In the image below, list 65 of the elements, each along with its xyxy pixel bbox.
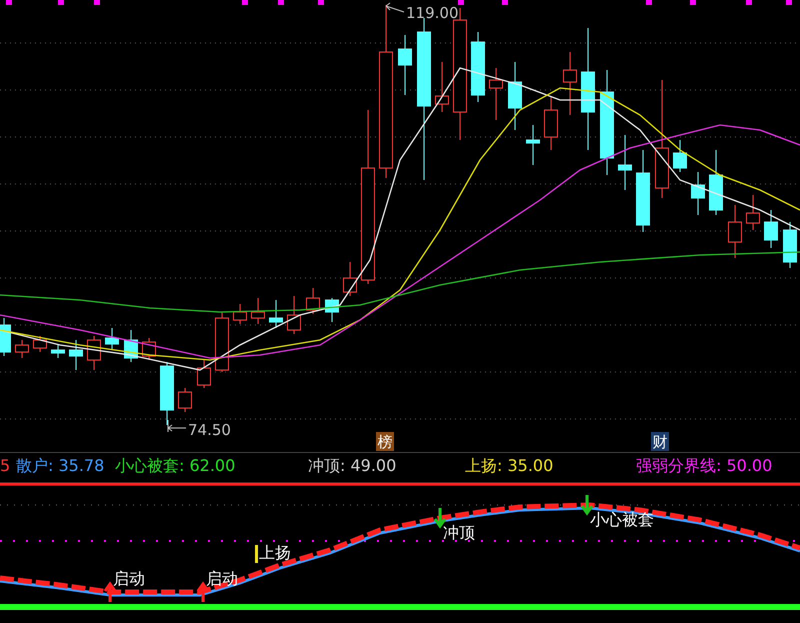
candlestick <box>709 150 723 216</box>
candlestick <box>526 124 540 166</box>
candlestick <box>87 336 101 370</box>
candlestick <box>33 336 47 352</box>
event-marker-badge[interactable]: 榜 <box>376 432 394 451</box>
candlestick <box>783 222 797 268</box>
candlestick <box>508 62 522 130</box>
candlestick <box>0 318 11 356</box>
low-price-label: 74.50 <box>188 421 231 439</box>
signal-label: 小心被套 <box>590 510 654 529</box>
marker-icon <box>242 0 248 5</box>
candlestick <box>673 140 687 172</box>
candlestick <box>325 298 339 322</box>
marker-icon <box>318 0 324 5</box>
marker-icon <box>746 0 752 5</box>
candlestick <box>251 298 265 324</box>
signal-label: 上扬 <box>259 543 291 562</box>
candlestick <box>691 172 705 216</box>
candlestick <box>105 328 119 350</box>
candlestick <box>728 204 742 258</box>
low-price-pointer <box>168 420 186 432</box>
candlestick <box>287 296 301 334</box>
candlestick <box>51 344 65 358</box>
signal-label: 冲顶 <box>443 523 475 542</box>
indicator-value-label: 散户: 35.78 <box>16 456 104 477</box>
candlestick <box>471 32 485 102</box>
candlestick <box>124 330 138 362</box>
marker-icon <box>278 0 284 5</box>
signal-label: 启动 <box>113 569 145 588</box>
candlestick <box>69 340 83 370</box>
indicator-value-label: 上扬: 35.00 <box>465 456 554 477</box>
candlestick <box>178 388 192 412</box>
indicator-value-label: 小心被套: 62.00 <box>115 456 236 477</box>
candlestick <box>142 338 156 360</box>
indicator-value-label: 5 <box>0 456 10 475</box>
candlestick <box>215 312 229 372</box>
candlestick <box>764 210 778 248</box>
candlestick <box>160 362 174 426</box>
candlestick <box>15 340 29 358</box>
high-price-label: 119.00 <box>406 4 458 22</box>
candlestick <box>563 52 577 116</box>
signal-bar-icon <box>255 545 258 563</box>
candlestick <box>233 304 247 324</box>
event-marker-badge[interactable]: 财 <box>651 432 669 451</box>
marker-icon <box>690 0 696 5</box>
candlestick <box>269 300 283 328</box>
marker-icon <box>646 0 652 5</box>
candlestick <box>306 288 320 314</box>
candlestick <box>489 68 503 120</box>
marker-icon <box>6 0 12 5</box>
marker-icon <box>502 0 508 5</box>
indicator-value-label: 冲顶: 49.00 <box>308 456 396 477</box>
marker-icon <box>94 0 100 5</box>
candlestick <box>398 34 412 96</box>
marker-icon <box>58 0 64 5</box>
candlestick <box>544 96 558 150</box>
marker-icon <box>786 0 792 5</box>
candlestick <box>746 194 760 230</box>
marker-icon <box>458 0 464 5</box>
candlestick <box>618 134 632 190</box>
candlestick <box>343 262 357 296</box>
candlestick <box>197 360 211 388</box>
indicator-value-label: 强弱分界线: 50.00 <box>636 456 772 477</box>
high-price-pointer <box>386 2 404 12</box>
candlestick <box>435 62 449 112</box>
